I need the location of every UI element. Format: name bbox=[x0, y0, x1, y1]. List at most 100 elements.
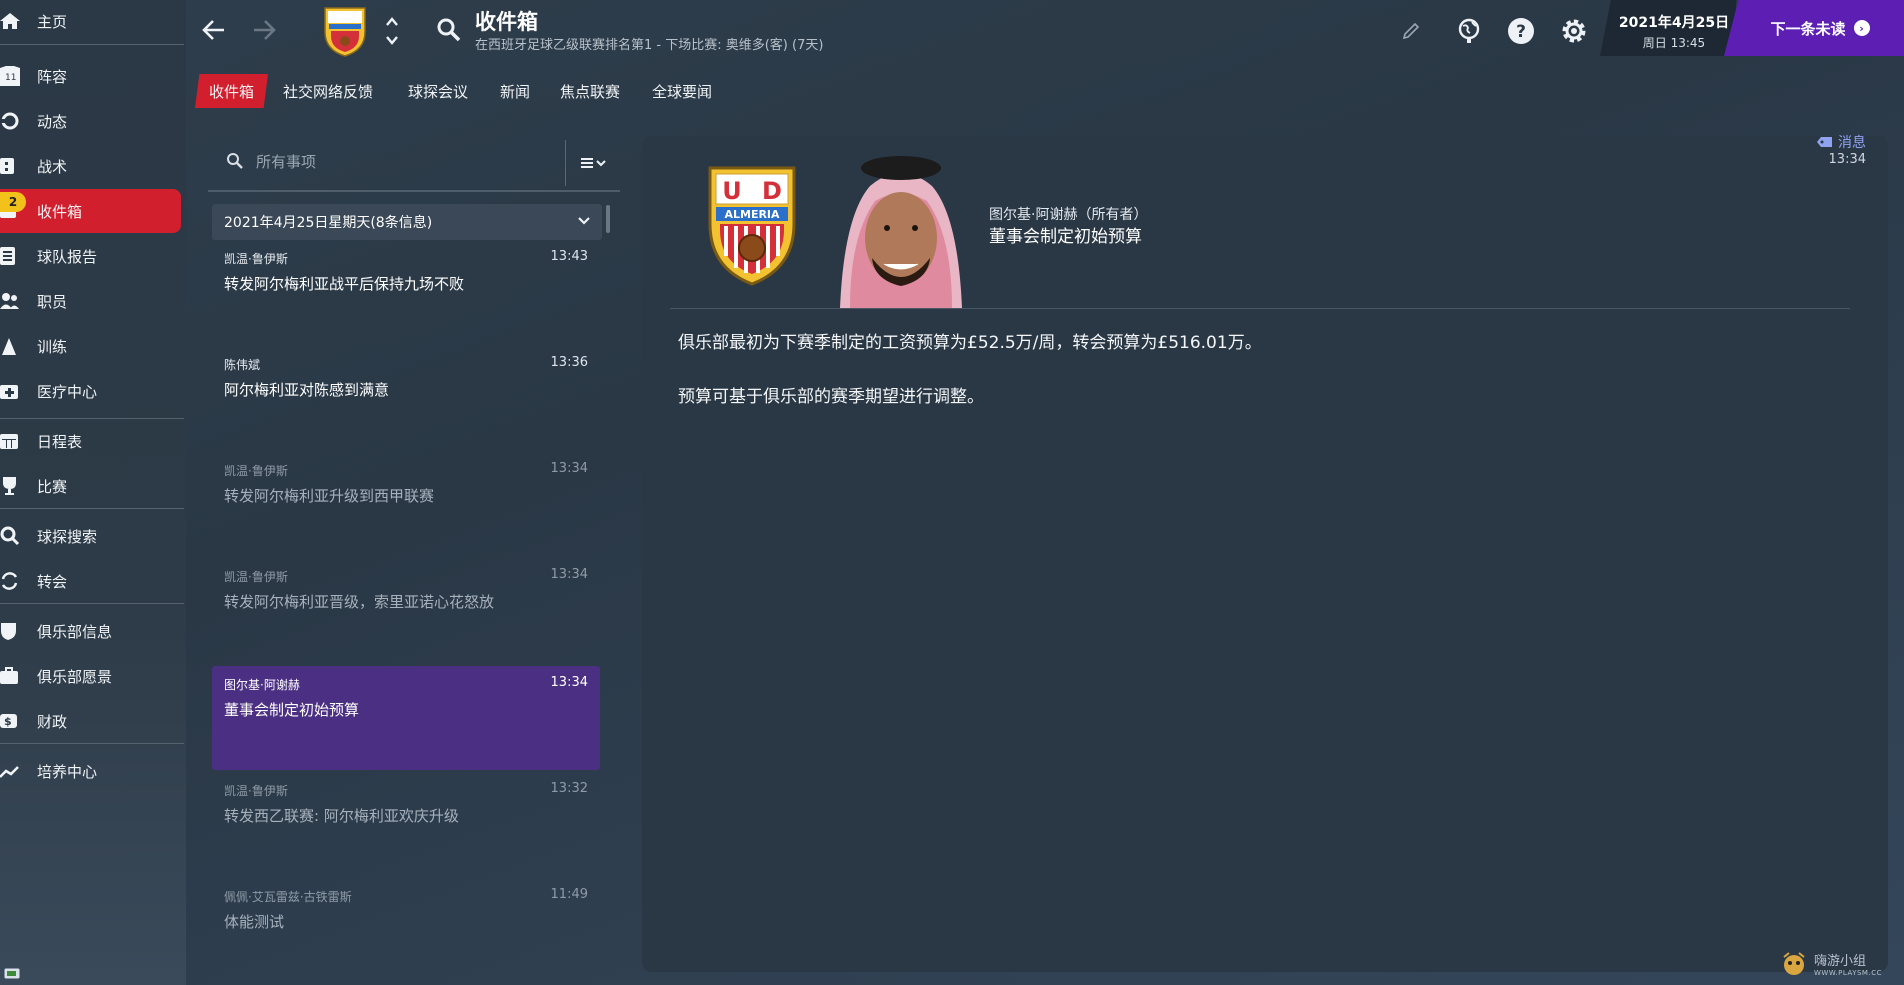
sidebar-item-label: 收件箱 bbox=[37, 202, 83, 221]
sender-name: 图尔基·阿谢赫（所有者） bbox=[989, 207, 1148, 223]
sidebar-divider bbox=[0, 603, 184, 604]
list-scrollbar[interactable] bbox=[606, 205, 610, 233]
chevron-right-icon: › bbox=[1853, 20, 1870, 36]
watermark-title: 嗨游小组 bbox=[1814, 953, 1867, 969]
message-item-selected[interactable]: 图尔基·阿谢赫 13:34 董事会制定初始预算 bbox=[212, 666, 600, 770]
chevron-up-icon[interactable] bbox=[384, 16, 400, 28]
sidebar-item-schedule[interactable]: 日程表 bbox=[0, 420, 182, 462]
message-item[interactable]: 凯温·鲁伊斯 13:43 转发阿尔梅利亚战平后保持九场不败 bbox=[212, 240, 600, 344]
forward-arrow-icon[interactable] bbox=[250, 16, 278, 44]
page-title: 收件箱 bbox=[475, 10, 538, 34]
message-item[interactable]: 凯温·鲁伊斯 13:34 转发阿尔梅利亚升级到西甲联赛 bbox=[212, 452, 600, 556]
search-placeholder: 所有事项 bbox=[256, 152, 317, 171]
help-icon[interactable]: ? bbox=[1506, 16, 1536, 46]
list-divider bbox=[208, 190, 620, 192]
message-item[interactable]: 陈伟斌 13:36 阿尔梅利亚对陈感到满意 bbox=[212, 346, 600, 450]
message-group-header[interactable]: 2021年4月25日星期天(8条信息) bbox=[212, 204, 602, 240]
unread-count-badge: 2 bbox=[0, 192, 26, 212]
message-time: 11:49 bbox=[550, 887, 588, 902]
sidebar-item-squad[interactable]: 11 阵容 bbox=[0, 55, 182, 97]
message-sender: 凯温·鲁伊斯 bbox=[224, 570, 288, 584]
transfer-icon bbox=[1, 572, 18, 590]
sidebar-item-tactics[interactable]: 战术 bbox=[0, 145, 182, 187]
sidebar-item-transfers[interactable]: 转会 bbox=[0, 560, 182, 602]
watermark-url: WWW.PLAYSM.CC bbox=[1814, 968, 1882, 977]
tactics-icon bbox=[0, 158, 14, 174]
sidebar-item-dynamics[interactable]: 动态 bbox=[0, 100, 182, 142]
globe-icon[interactable] bbox=[1454, 16, 1484, 46]
mascot-icon bbox=[1783, 952, 1805, 975]
sidebar-item-club-info[interactable]: 俱乐部信息 bbox=[0, 610, 182, 652]
sidebar-item-label: 培养中心 bbox=[37, 762, 98, 781]
sidebar-item-competitions[interactable]: 比赛 bbox=[0, 465, 182, 507]
message-subject: 转发阿尔梅利亚升级到西甲联赛 bbox=[224, 487, 435, 505]
game-date-display[interactable]: 2021年4月25日 周日 13:45 bbox=[1600, 0, 1736, 56]
message-sender: 佩佩·艾瓦雷兹·古铁雷斯 bbox=[224, 890, 352, 904]
sidebar-item-label: 财政 bbox=[37, 712, 68, 731]
pencil-icon[interactable] bbox=[1400, 20, 1422, 42]
tab-global-news[interactable]: 全球要闻 bbox=[652, 74, 712, 108]
sidebar-item-finances[interactable]: $ 财政 bbox=[0, 700, 182, 742]
sidebar-item-training[interactable]: 训练 bbox=[0, 325, 182, 367]
message-item[interactable]: 凯温·鲁伊斯 13:34 转发阿尔梅利亚晋级，索里亚诺心花怒放 bbox=[212, 558, 600, 662]
sidebar-item-label: 球队报告 bbox=[37, 247, 98, 266]
message-subject-heading: 董事会制定初始预算 bbox=[989, 227, 1142, 247]
tab-focus-leagues[interactable]: 焦点联赛 bbox=[560, 74, 620, 108]
message-item[interactable]: 凯温·鲁伊斯 13:32 转发西乙联赛: 阿尔梅利亚欢庆升级 bbox=[212, 772, 600, 876]
sidebar-item-label: 日程表 bbox=[37, 432, 83, 451]
message-subject: 阿尔梅利亚对陈感到满意 bbox=[224, 381, 390, 399]
tab-social-feedback[interactable]: 社交网络反馈 bbox=[283, 74, 373, 108]
sidebar-item-club-vision[interactable]: 俱乐部愿景 bbox=[0, 655, 182, 697]
sidebar-item-label: 阵容 bbox=[37, 67, 68, 86]
message-item[interactable]: 佩佩·艾瓦雷兹·古铁雷斯 11:49 体能测试 bbox=[212, 878, 600, 978]
sidebar-item-staff[interactable]: 职员 bbox=[0, 280, 182, 322]
message-subject: 转发阿尔梅利亚战平后保持九场不败 bbox=[224, 275, 465, 293]
message-time: 13:34 bbox=[550, 675, 588, 690]
message-group-label: 2021年4月25日星期天(8条信息) bbox=[224, 215, 433, 231]
sidebar-divider bbox=[0, 418, 184, 419]
briefcase-icon bbox=[0, 667, 18, 684]
sidebar-item-scouting[interactable]: 球探搜索 bbox=[0, 515, 182, 557]
message-body-paragraph: 预算可基于俱乐部的赛季期望进行调整。 bbox=[678, 387, 984, 407]
detail-divider bbox=[670, 308, 1850, 309]
sidebar-item-label: 转会 bbox=[37, 572, 68, 591]
keyboard-icon[interactable] bbox=[4, 968, 20, 979]
message-sender: 图尔基·阿谢赫 bbox=[224, 678, 300, 692]
calendar-icon bbox=[0, 434, 18, 449]
message-subject: 转发阿尔梅利亚晋级，索里亚诺心花怒放 bbox=[224, 593, 495, 611]
message-time: 13:34 bbox=[1828, 152, 1866, 167]
finance-icon: $ bbox=[0, 714, 17, 728]
message-time: 13:34 bbox=[550, 567, 588, 582]
sidebar-item-development[interactable]: 培养中心 bbox=[0, 750, 182, 792]
report-icon bbox=[0, 247, 15, 265]
tag-icon bbox=[1817, 137, 1832, 147]
svg-text:11: 11 bbox=[5, 73, 16, 83]
message-subject: 转发西乙联赛: 阿尔梅利亚欢庆升级 bbox=[224, 807, 459, 825]
tab-news[interactable]: 新闻 bbox=[500, 74, 530, 108]
sidebar-item-medical[interactable]: 医疗中心 bbox=[0, 370, 182, 412]
staff-icon bbox=[0, 293, 19, 309]
message-time: 13:43 bbox=[550, 249, 588, 264]
dynamics-icon bbox=[0, 112, 19, 130]
message-sender: 凯温·鲁伊斯 bbox=[224, 464, 288, 478]
game-date: 2021年4月25日 bbox=[1618, 15, 1730, 31]
message-type-tag[interactable]: 消息 bbox=[1817, 132, 1866, 152]
sidebar-item-home[interactable]: 主页 bbox=[0, 0, 182, 42]
back-arrow-icon[interactable] bbox=[200, 16, 228, 44]
club-crest-small[interactable] bbox=[322, 4, 368, 58]
tab-inbox[interactable]: 收件箱 bbox=[195, 74, 269, 108]
sidebar-item-label: 训练 bbox=[37, 337, 68, 356]
tab-scout-meeting[interactable]: 球探会议 bbox=[408, 74, 468, 108]
chevron-down-icon[interactable] bbox=[384, 34, 400, 46]
gear-icon[interactable] bbox=[1559, 16, 1589, 46]
sidebar-item-team-report[interactable]: 球队报告 bbox=[0, 235, 182, 277]
list-filter-menu[interactable] bbox=[565, 140, 621, 186]
shirt-icon: 11 bbox=[0, 66, 20, 86]
search-icon[interactable] bbox=[436, 17, 462, 43]
inbox-search-input[interactable]: 所有事项 bbox=[208, 140, 564, 182]
sidebar-item-inbox[interactable]: 2 收件箱 bbox=[0, 189, 181, 233]
next-unread-button[interactable]: 下一条未读 › bbox=[1724, 0, 1904, 56]
search-icon bbox=[0, 526, 20, 546]
trophy-icon bbox=[3, 477, 16, 495]
training-icon bbox=[2, 338, 16, 355]
